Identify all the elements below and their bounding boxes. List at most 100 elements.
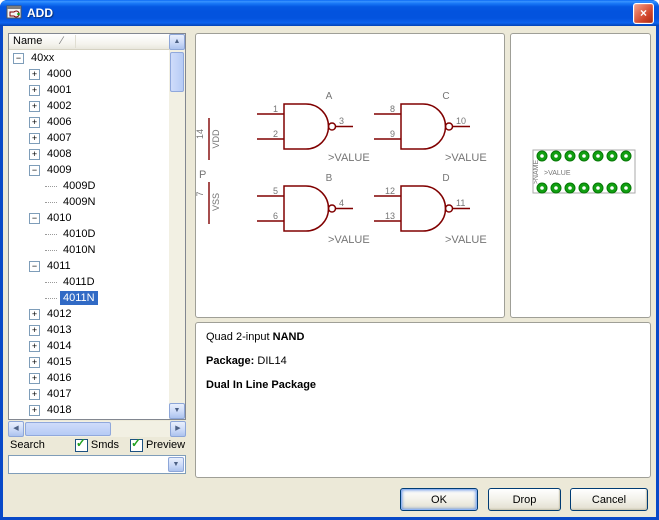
scroll-left-icon[interactable]: ◀ bbox=[8, 421, 24, 437]
tree-item-label[interactable]: 4002 bbox=[44, 99, 74, 113]
smds-checkbox-label[interactable]: Smds bbox=[91, 439, 119, 451]
titlebar[interactable]: ADD × bbox=[0, 0, 659, 26]
horizontal-scroll-thumb[interactable] bbox=[25, 422, 111, 436]
expand-icon[interactable]: + bbox=[29, 101, 40, 112]
tree-item-label[interactable]: 4011D bbox=[60, 275, 98, 289]
collapse-icon[interactable]: − bbox=[29, 261, 40, 272]
symbol-canvas: 14 VDD P 7 VSS 1 2 3 A >VALUE 8 9 10 C bbox=[196, 34, 504, 317]
collapse-icon[interactable]: − bbox=[29, 165, 40, 176]
collapse-icon[interactable]: − bbox=[29, 213, 40, 224]
scroll-right-icon[interactable]: ▶ bbox=[170, 421, 186, 437]
tree-item-label[interactable]: 4015 bbox=[44, 355, 74, 369]
power-pin-number: 14 bbox=[196, 129, 205, 139]
tree-item-4015[interactable]: +4015 bbox=[9, 354, 169, 370]
tree-item-label[interactable]: 4009 bbox=[44, 163, 74, 177]
tree-item-label[interactable]: 4009N bbox=[60, 195, 98, 209]
smds-checkbox[interactable]: ✓ bbox=[75, 439, 88, 452]
collapse-icon[interactable]: − bbox=[13, 53, 24, 64]
cancel-button[interactable]: Cancel bbox=[570, 488, 648, 511]
expand-icon[interactable]: + bbox=[29, 373, 40, 384]
expand-icon[interactable]: + bbox=[29, 149, 40, 160]
tree-item-label[interactable]: 4001 bbox=[44, 83, 74, 97]
tree-item-label[interactable]: 4008 bbox=[44, 147, 74, 161]
tree-item-label[interactable]: 4007 bbox=[44, 131, 74, 145]
tree-item-label[interactable]: 40xx bbox=[28, 51, 57, 65]
search-input[interactable]: ▼ bbox=[8, 455, 186, 474]
tree-item-label[interactable]: 4009D bbox=[60, 179, 98, 193]
close-button[interactable]: × bbox=[633, 3, 654, 24]
pin-number: 1 bbox=[273, 104, 278, 114]
tree-item-label[interactable]: 4010D bbox=[60, 227, 98, 241]
preview-checkbox-label[interactable]: Preview bbox=[146, 439, 185, 451]
tree-item-4017[interactable]: +4017 bbox=[9, 386, 169, 402]
tree-item-4018[interactable]: +4018 bbox=[9, 402, 169, 418]
tree-item-label[interactable]: 4018 bbox=[44, 403, 74, 417]
dialog-body: Name ∕ −40xx+4000+4001+4002+4006+4007+40… bbox=[3, 26, 656, 517]
expand-icon[interactable]: + bbox=[29, 117, 40, 128]
pin-number: 2 bbox=[273, 129, 278, 139]
tree-item-4010[interactable]: −4010 bbox=[9, 210, 169, 226]
chevron-down-icon[interactable]: ▼ bbox=[168, 457, 184, 472]
tree-item-4016[interactable]: +4016 bbox=[9, 370, 169, 386]
tree-item-label[interactable]: 4011N bbox=[60, 291, 98, 305]
expand-icon[interactable]: + bbox=[29, 341, 40, 352]
value-placeholder: >VALUE bbox=[328, 152, 370, 164]
tree-item-4009D[interactable]: 4009D bbox=[9, 178, 169, 194]
expand-icon[interactable]: + bbox=[29, 357, 40, 368]
vertical-scroll-thumb[interactable] bbox=[170, 52, 184, 92]
tree-connector bbox=[45, 186, 57, 187]
tree-item-4011[interactable]: −4011 bbox=[9, 258, 169, 274]
tree-item-4014[interactable]: +4014 bbox=[9, 338, 169, 354]
scroll-down-icon[interactable]: ▼ bbox=[169, 403, 185, 419]
tree-item-label[interactable]: 4014 bbox=[44, 339, 74, 353]
tree-item-label[interactable]: 4013 bbox=[44, 323, 74, 337]
tree-header-label: Name bbox=[13, 35, 42, 47]
tree-item-4009[interactable]: −4009 bbox=[9, 162, 169, 178]
vertical-scrollbar[interactable]: ▲ ▼ bbox=[169, 34, 185, 419]
tree-item-4009N[interactable]: 4009N bbox=[9, 194, 169, 210]
tree-item-label[interactable]: 4006 bbox=[44, 115, 74, 129]
tree-item-4008[interactable]: +4008 bbox=[9, 146, 169, 162]
pad-hole bbox=[624, 154, 628, 158]
tree-item-4001[interactable]: +4001 bbox=[9, 82, 169, 98]
tree-item-4002[interactable]: +4002 bbox=[9, 98, 169, 114]
drop-button[interactable]: Drop bbox=[488, 488, 561, 511]
tree-item-label[interactable]: 4011 bbox=[44, 259, 74, 273]
tree-connector bbox=[45, 234, 57, 235]
tree-item-4007[interactable]: +4007 bbox=[9, 130, 169, 146]
pin-number: 11 bbox=[456, 198, 465, 208]
ok-button[interactable]: OK bbox=[400, 488, 478, 511]
search-label: Search bbox=[10, 439, 45, 451]
expand-icon[interactable]: + bbox=[29, 133, 40, 144]
tree-item-label[interactable]: 4010N bbox=[60, 243, 98, 257]
tree-connector bbox=[45, 202, 57, 203]
expand-icon[interactable]: + bbox=[29, 69, 40, 80]
tree-item-label[interactable]: 4010 bbox=[44, 211, 74, 225]
power-pin-number: 7 bbox=[196, 191, 205, 196]
tree-item-4010N[interactable]: 4010N bbox=[9, 242, 169, 258]
expand-icon[interactable]: + bbox=[29, 389, 40, 400]
tree-item-4006[interactable]: +4006 bbox=[9, 114, 169, 130]
tree-connector bbox=[45, 282, 57, 283]
tree-item-40xx[interactable]: −40xx bbox=[9, 50, 169, 66]
tree-item-label[interactable]: 4012 bbox=[44, 307, 74, 321]
tree-item-label[interactable]: 4000 bbox=[44, 67, 74, 81]
tree-item-4000[interactable]: +4000 bbox=[9, 66, 169, 82]
tree-item-4010D[interactable]: 4010D bbox=[9, 226, 169, 242]
scroll-up-icon[interactable]: ▲ bbox=[169, 34, 185, 50]
expand-icon[interactable]: + bbox=[29, 309, 40, 320]
tree-item-4012[interactable]: +4012 bbox=[9, 306, 169, 322]
tree-item-4013[interactable]: +4013 bbox=[9, 322, 169, 338]
tree-item-4011D[interactable]: 4011D bbox=[9, 274, 169, 290]
gate-letter: A bbox=[326, 91, 333, 102]
expand-icon[interactable]: + bbox=[29, 405, 40, 416]
tree-item-4011N[interactable]: 4011N bbox=[9, 290, 169, 306]
preview-checkbox[interactable]: ✓ bbox=[130, 439, 143, 452]
tree-item-label[interactable]: 4017 bbox=[44, 387, 74, 401]
expand-icon[interactable]: + bbox=[29, 325, 40, 336]
horizontal-scrollbar[interactable]: ◀ ▶ bbox=[8, 421, 186, 437]
tree-item-label[interactable]: 4016 bbox=[44, 371, 74, 385]
tree-header-name[interactable]: Name ∕ bbox=[9, 34, 169, 50]
tree-rows: −40xx+4000+4001+4002+4006+4007+4008−4009… bbox=[9, 50, 169, 419]
expand-icon[interactable]: + bbox=[29, 85, 40, 96]
